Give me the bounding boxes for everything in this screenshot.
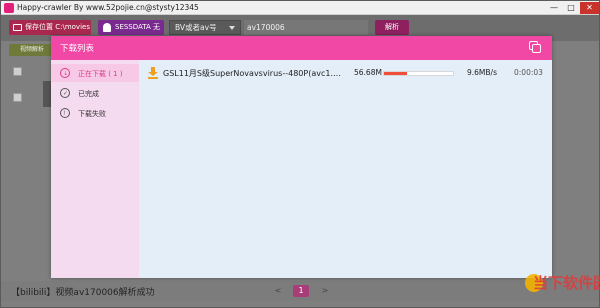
side-parse-button[interactable]: 视频解析 [9,44,57,56]
download-list-dialog: 下载列表 ⇣ 正在下载 ( 1 ) ✓ 已完成 ! 下载失败 GSL11月S级S… [51,36,552,278]
nav-item-downloading[interactable]: ⇣ 正在下载 ( 1 ) [51,64,139,82]
save-location-button[interactable]: 保存位置 C:\movies [9,20,91,35]
title-bar: Happy-crawler By www.52pojie.cn@stysty12… [1,1,599,15]
folder-icon [13,24,22,31]
id-type-select[interactable]: BV或者av号 [169,20,241,35]
download-file-size: 56.68M [354,68,382,77]
window-title: Happy-crawler By www.52pojie.cn@stysty12… [17,3,199,12]
parse-button[interactable]: 解析 [375,20,409,35]
sessdata-button[interactable]: SESSDATA 无 [98,20,164,35]
completed-icon: ✓ [60,88,70,98]
pager-next-button[interactable]: > [320,285,330,297]
download-arrow-icon [148,67,158,79]
save-location-label: 保存位置 C:\movies [25,23,90,31]
chevron-down-icon [229,26,235,30]
dialog-close-icon[interactable] [529,41,542,54]
download-progress-bar [383,71,454,76]
sessdata-label: SESSDATA 无 [115,23,161,31]
close-window-button[interactable]: ✕ [580,2,599,14]
nav-item-failed[interactable]: ! 下载失败 [51,104,139,122]
nav-label: 已完成 [78,90,99,98]
download-elapsed-time: 0:00:03 [514,68,543,77]
download-file-name: GSL11月S级SuperNovavsvirus--480P(avc1.640.… [163,69,346,78]
download-row[interactable]: GSL11月S级SuperNovavsvirus--480P(avc1.640.… [139,64,552,82]
downloading-icon: ⇣ [60,68,70,78]
app-icon [4,3,14,13]
row-checkbox[interactable] [13,93,22,102]
watermark-text: 当下软件园 [533,274,600,292]
video-id-input[interactable]: av170006 [244,20,368,35]
download-progress-fill [384,72,407,75]
row-checkbox[interactable] [13,67,22,76]
maximize-button[interactable]: □ [563,2,579,14]
failed-icon: ! [60,108,70,118]
download-list: GSL11月S级SuperNovavsvirus--480P(avc1.640.… [139,60,552,278]
dialog-title: 下载列表 [60,44,95,54]
nav-label: 下载失败 [78,110,106,118]
nav-item-completed[interactable]: ✓ 已完成 [51,84,139,102]
nav-label: 正在下载 ( 1 ) [78,70,123,78]
pager-page-1[interactable]: 1 [293,285,309,297]
user-icon [103,23,111,32]
pager-prev-button[interactable]: < [273,285,283,297]
watermark-logo: 当下软件园 [525,262,600,302]
id-type-value: BV或者av号 [175,23,217,32]
minimize-button[interactable]: — [546,2,562,14]
download-speed: 9.6MB/s [467,68,497,77]
status-text: 【bilibili】视频av170006解析成功 [11,288,155,298]
dialog-header: 下载列表 [51,36,552,60]
download-sidebar: ⇣ 正在下载 ( 1 ) ✓ 已完成 ! 下载失败 [51,60,139,278]
